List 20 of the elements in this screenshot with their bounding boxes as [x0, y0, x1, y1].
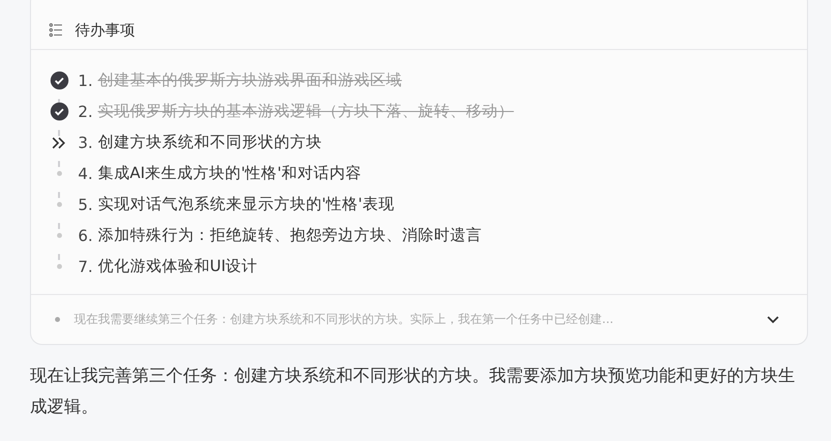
chevron-icon[interactable] — [767, 316, 779, 324]
item-number: 1. — [78, 72, 93, 90]
item-number: 6. — [78, 226, 93, 244]
todo-item-text: 实现对话气泡系统来显示方块的'性格'表现 — [98, 194, 394, 215]
item-number: 2. — [78, 102, 93, 120]
todo-item-text: 创建基本的俄罗斯方块游戏界面和游戏区域 — [98, 70, 402, 91]
list-icon — [49, 23, 63, 37]
item-number: 7. — [78, 258, 93, 276]
item-number: 4. — [78, 164, 93, 182]
bullet-dot — [55, 317, 60, 322]
thought-summary: 现在我需要继续第三个任务：创建方块系统和不同形状的方块。实际上，我在第一个任务中已经创建... — [74, 311, 614, 328]
message-text: 现在让我完善第三个任务：创建方块系统和不同形状的方块。我需要添加方块预览功能和更好的方块生成逻辑。 — [30, 365, 796, 419]
item-number: 3. — [78, 134, 93, 152]
todo-title: 待办事项 — [75, 20, 135, 40]
todo-item-text: 优化游戏体验和UI设计 — [98, 256, 258, 277]
todo-item-text: 集成AI来生成方块的'性格'和对话内容 — [98, 163, 362, 184]
item-number: 5. — [78, 196, 93, 214]
todo-item-text: 添加特殊行为：拒绝旋转、抱怨旁边方块、消除时遗言 — [98, 225, 482, 246]
todo-item-text: 实现俄罗斯方块的基本游戏逻辑（方块下落、旋转、移动） — [98, 101, 514, 122]
todo-item-text: 创建方块系统和不同形状的方块 — [98, 132, 322, 153]
